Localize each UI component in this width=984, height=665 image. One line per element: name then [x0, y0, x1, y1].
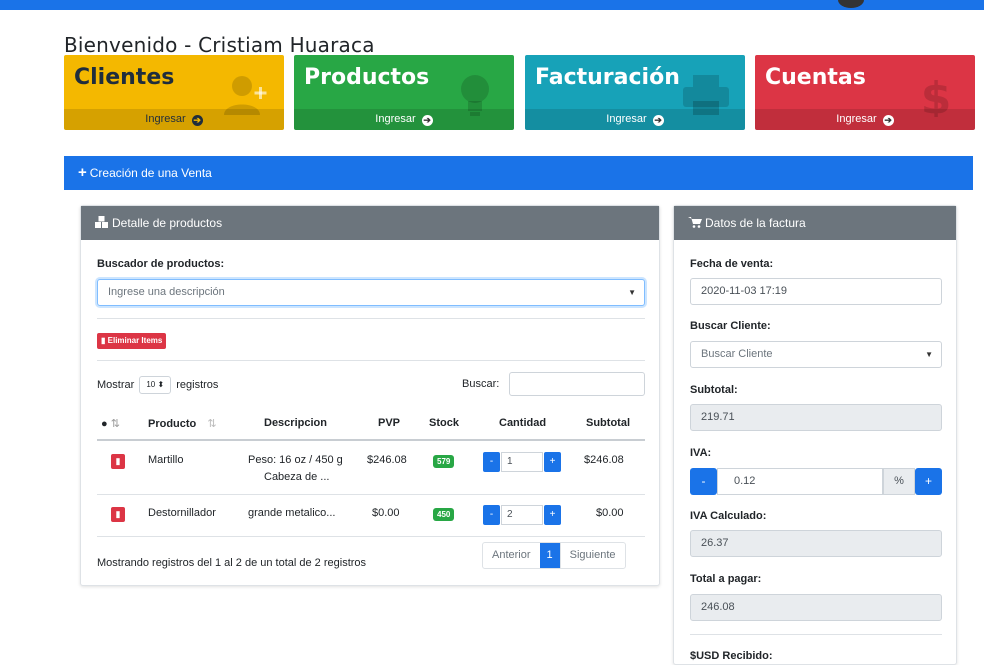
table-header-divider [97, 439, 645, 441]
divider [97, 360, 645, 361]
delete-items-button[interactable]: ▮ Eliminar Items [97, 333, 167, 349]
trash-icon: ▮ [101, 336, 106, 345]
tile-link[interactable]: Ingresar ➔ [525, 109, 745, 130]
top-navbar [0, 0, 984, 10]
cliente-select[interactable]: Buscar Cliente ▼ [690, 341, 942, 368]
arrow-circle-right-icon: ➔ [882, 115, 894, 126]
tile-title: Productos [304, 65, 430, 90]
subtotal-label: Subtotal: [690, 384, 738, 396]
arrow-circle-right-icon: ➔ [421, 115, 433, 126]
col-descripcion[interactable]: Descripcion [264, 417, 327, 429]
tile-title: Clientes [74, 65, 175, 90]
pagination-next[interactable]: Siguiente [559, 543, 625, 568]
caret-down-icon: ▼ [628, 288, 636, 297]
quantity-stepper[interactable]: - 2 + [483, 505, 561, 525]
welcome-message: Bienvenido - Cristiam Huaraca [64, 33, 375, 57]
cell-descripcion: Peso: 16 oz / 450 g [248, 454, 343, 466]
lightbulb-icon: ● [101, 418, 108, 430]
col-pvp[interactable]: PVP [378, 417, 400, 429]
iva-stepper[interactable]: - 0.12 % + [690, 468, 942, 495]
decrement-button[interactable]: - [483, 452, 500, 472]
cell-pvp: $0.00 [372, 507, 400, 519]
trash-icon: ▮ [115, 509, 121, 519]
arrow-circle-right-icon: ➔ [191, 115, 203, 126]
caret-down-icon: ▼ [925, 350, 933, 359]
cart-icon [688, 207, 702, 228]
detalle-productos-panel: Detalle de productos Buscador de product… [80, 205, 660, 586]
increment-button[interactable]: + [544, 505, 561, 525]
col-producto[interactable]: Producto ⇅ [148, 417, 217, 430]
pagination-page-1[interactable]: 1 [539, 543, 560, 568]
search-label: Buscador de productos: [97, 258, 225, 270]
panel-header: Detalle de productos [81, 206, 659, 240]
row-divider [97, 536, 645, 537]
sort-icon: ⇅ [207, 418, 217, 430]
tile-productos[interactable]: Productos Ingresar ➔ [294, 55, 514, 130]
tile-link[interactable]: Ingresar ➔ [755, 109, 975, 130]
cliente-label: Buscar Cliente: [690, 320, 771, 332]
pagination: Anterior 1 Siguiente [482, 542, 626, 569]
increment-button[interactable]: + [544, 452, 561, 472]
percent-addon: % [883, 468, 915, 495]
col-select[interactable]: ● ⇅ [101, 417, 120, 430]
cell-producto: Martillo [148, 454, 184, 466]
stock-badge: 579 [433, 455, 455, 468]
sort-icon: ⇅ [110, 418, 120, 430]
panel-header: Datos de la factura [674, 206, 956, 240]
tile-cuentas[interactable]: Cuentas $ Ingresar ➔ [755, 55, 975, 130]
divider [690, 634, 942, 635]
iva-label: IVA: [690, 447, 712, 459]
cell-descripcion: grande metalico... [248, 507, 336, 519]
divider [97, 318, 645, 319]
venta-header: + Creación de una Venta [64, 156, 973, 190]
tile-clientes[interactable]: Clientes Ingresar ➔ [64, 55, 284, 130]
cell-subtotal: $0.00 [596, 507, 624, 519]
fecha-input[interactable]: 2020-11-03 17:19 [690, 278, 942, 305]
iva-decrement-button[interactable]: - [690, 468, 717, 495]
table-info: Mostrando registros del 1 al 2 de un tot… [97, 557, 367, 569]
col-cantidad[interactable]: Cantidad [499, 417, 546, 429]
fecha-label: Fecha de venta: [690, 258, 774, 270]
table-search-input[interactable] [509, 372, 645, 396]
cell-pvp: $246.08 [367, 454, 407, 466]
tile-link[interactable]: Ingresar ➔ [294, 109, 514, 130]
product-search-select[interactable]: Ingrese una descripción ▼ [97, 279, 645, 306]
quantity-input[interactable]: 2 [501, 505, 543, 525]
iva-calculado-field: 26.37 [690, 530, 942, 557]
cell-subtotal: $246.08 [584, 454, 624, 466]
tile-title: Cuentas [765, 65, 866, 90]
show-entries: Mostrar 10 ⬍ registros [97, 376, 218, 394]
plus-icon: + [78, 164, 87, 181]
entries-select[interactable]: 10 ⬍ [139, 376, 172, 394]
delete-row-button[interactable]: ▮ [111, 454, 125, 469]
pagination-prev[interactable]: Anterior [483, 543, 540, 568]
subtotal-field: 219.71 [690, 404, 942, 431]
tile-title: Facturación [535, 65, 680, 90]
cell-producto: Destornillador [148, 507, 216, 519]
quantity-stepper[interactable]: - 1 + [483, 452, 561, 472]
row-divider [97, 494, 645, 495]
tile-link[interactable]: Ingresar ➔ [64, 109, 284, 130]
datos-factura-panel: Datos de la factura Fecha de venta: 2020… [673, 205, 957, 665]
cell-descripcion-2: Cabeza de ... [264, 471, 330, 483]
delete-row-button[interactable]: ▮ [111, 507, 125, 522]
quantity-input[interactable]: 1 [501, 452, 543, 472]
col-subtotal[interactable]: Subtotal [586, 417, 630, 429]
iva-increment-button[interactable]: + [915, 468, 942, 495]
arrow-circle-right-icon: ➔ [652, 115, 664, 126]
boxes-icon [95, 207, 109, 228]
total-label: Total a pagar: [690, 573, 762, 585]
recibido-label: $USD Recibido: [690, 650, 773, 662]
iva-input[interactable]: 0.12 [717, 468, 883, 495]
trash-icon: ▮ [115, 456, 121, 466]
iva-calculado-label: IVA Calculado: [690, 510, 767, 522]
col-stock[interactable]: Stock [429, 417, 459, 429]
decrement-button[interactable]: - [483, 505, 500, 525]
stock-badge: 450 [433, 508, 455, 521]
tile-facturacion[interactable]: Facturación Ingresar ➔ [525, 55, 745, 130]
total-field: 246.08 [690, 594, 942, 621]
table-search-label: Buscar: [462, 378, 500, 390]
